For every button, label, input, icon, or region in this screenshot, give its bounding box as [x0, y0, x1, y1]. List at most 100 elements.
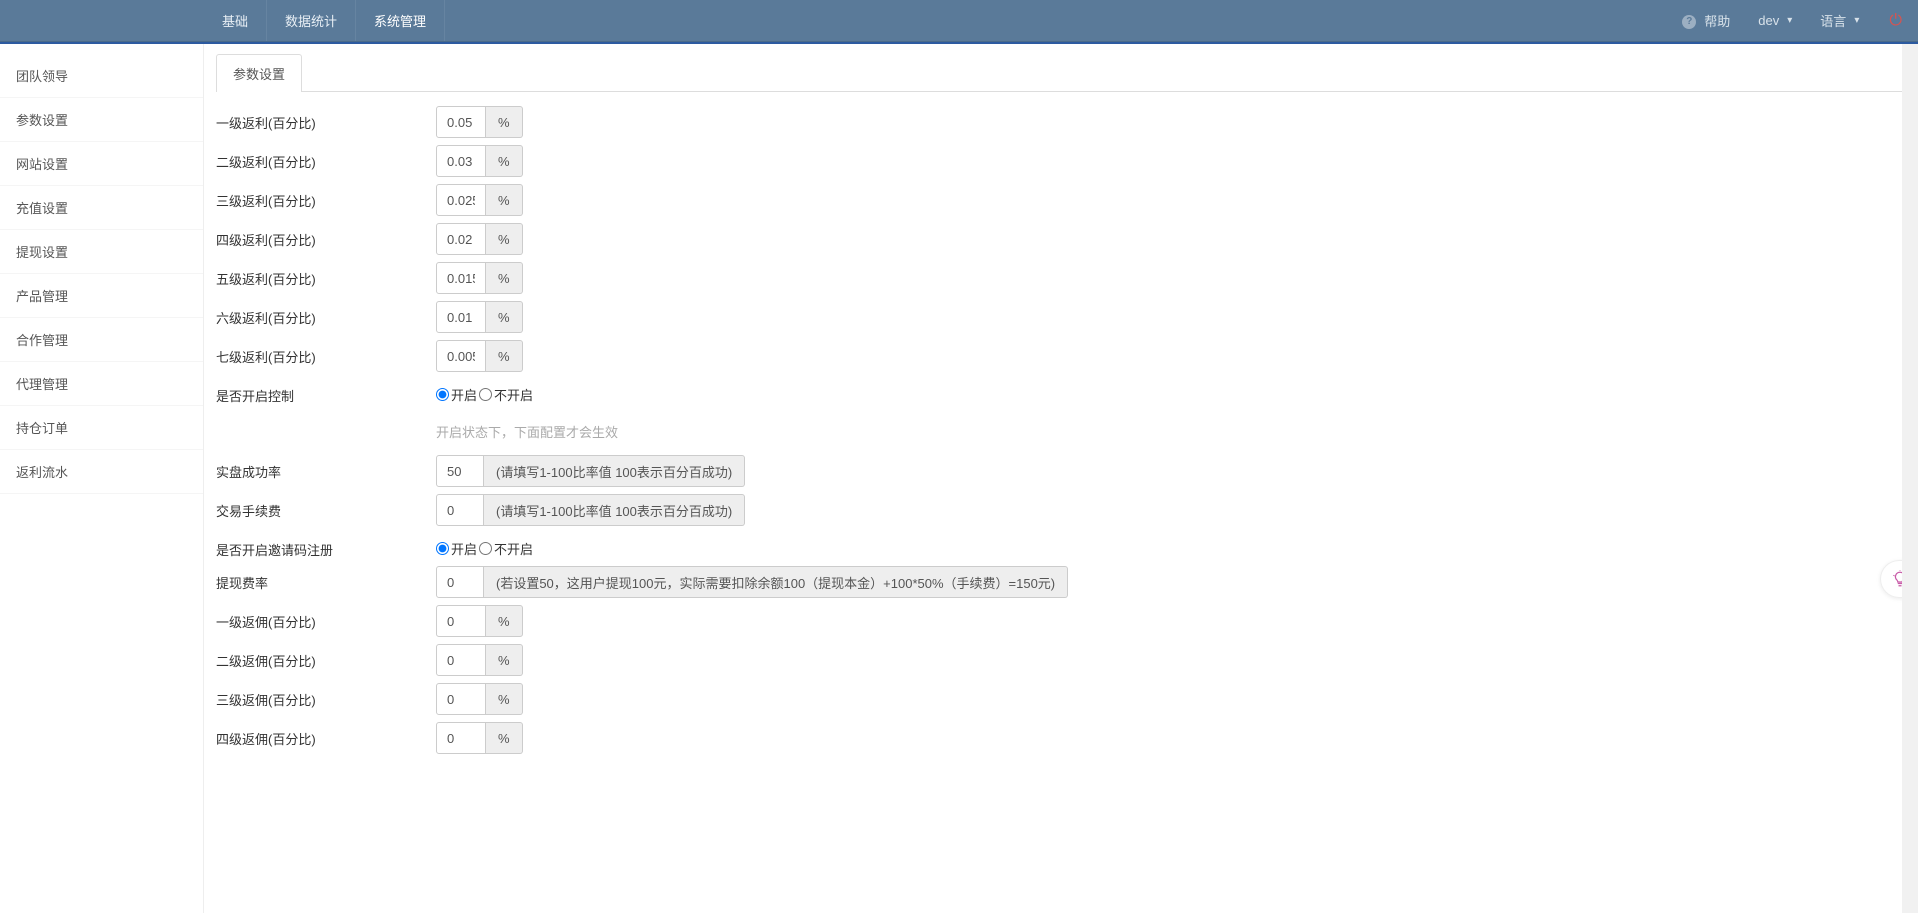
- input-rebate2[interactable]: [436, 145, 486, 177]
- sidebar-item-label: 充值设置: [16, 201, 68, 216]
- sidebar-item-label: 产品管理: [16, 289, 68, 304]
- label-rebate7: 七级返利(百分比): [216, 340, 436, 366]
- sidebar-item-position[interactable]: 持仓订单: [0, 406, 203, 450]
- sidebar-item-label: 返利流水: [16, 465, 68, 480]
- unit-commission3: %: [486, 683, 523, 715]
- unit-commission4: %: [486, 722, 523, 754]
- label-control: 是否开启控制: [216, 379, 436, 405]
- input-rebate5[interactable]: [436, 262, 486, 294]
- tab-params[interactable]: 参数设置: [216, 54, 302, 92]
- label-commission3: 三级返佣(百分比): [216, 683, 436, 709]
- main-content: 参数设置 一级返利(百分比) % 二级返利(百分比) %: [204, 44, 1918, 913]
- sidebar-item-label: 提现设置: [16, 245, 68, 260]
- row-control: 是否开启控制 开启 不开启 开启状态下，下面配置才会生效: [216, 379, 1918, 445]
- language-menu[interactable]: 语言: [1806, 0, 1873, 41]
- label-rebate1: 一级返利(百分比): [216, 106, 436, 132]
- radio-label-invite-off: 不开启: [494, 539, 533, 558]
- radio-control-off[interactable]: 不开启: [479, 385, 533, 404]
- input-rebate4[interactable]: [436, 223, 486, 255]
- radio-label-on: 开启: [451, 385, 477, 404]
- sidebar-item-site[interactable]: 网站设置: [0, 142, 203, 186]
- sidebar-item-withdraw[interactable]: 提现设置: [0, 230, 203, 274]
- sidebar-item-partner[interactable]: 合作管理: [0, 318, 203, 362]
- label-commission2: 二级返佣(百分比): [216, 644, 436, 670]
- nav-basic[interactable]: 基础: [204, 0, 267, 41]
- user-menu[interactable]: dev: [1744, 0, 1806, 41]
- sidebar-item-label: 团队领导: [16, 69, 68, 84]
- logout-button[interactable]: ⏻: [1873, 0, 1918, 41]
- sidebar-item-label: 参数设置: [16, 113, 68, 128]
- hint-success-rate: (请填写1-100比率值 100表示百分百成功): [484, 455, 745, 487]
- hint-trade-fee: (请填写1-100比率值 100表示百分百成功): [484, 494, 745, 526]
- unit-rebate7: %: [486, 340, 523, 372]
- scrollbar[interactable]: [1902, 44, 1918, 913]
- radio-input-control-on[interactable]: [436, 388, 449, 401]
- row-rebate7: 七级返利(百分比) %: [216, 340, 1918, 372]
- row-commission4: 四级返佣(百分比) %: [216, 722, 1918, 754]
- radio-input-control-off[interactable]: [479, 388, 492, 401]
- topbar: 基础 数据统计 系统管理 帮助 dev 语言 ⏻: [0, 0, 1918, 42]
- label-withdraw-rate: 提现费率: [216, 566, 436, 592]
- sidebar-item-team-leader[interactable]: 团队领导: [0, 54, 203, 98]
- help-label: 帮助: [1704, 11, 1730, 30]
- row-rebate6: 六级返利(百分比) %: [216, 301, 1918, 333]
- input-rebate6[interactable]: [436, 301, 486, 333]
- sidebar-item-rebate-flow[interactable]: 返利流水: [0, 450, 203, 494]
- unit-rebate1: %: [486, 106, 523, 138]
- input-commission3[interactable]: [436, 683, 486, 715]
- power-icon: ⏻: [1889, 12, 1902, 30]
- label-rebate4: 四级返利(百分比): [216, 223, 436, 249]
- row-rebate2: 二级返利(百分比) %: [216, 145, 1918, 177]
- topbar-right: 帮助 dev 语言 ⏻: [1668, 0, 1918, 41]
- row-commission2: 二级返佣(百分比) %: [216, 644, 1918, 676]
- input-commission1[interactable]: [436, 605, 486, 637]
- unit-rebate2: %: [486, 145, 523, 177]
- label-rebate2: 二级返利(百分比): [216, 145, 436, 171]
- radio-invite-off[interactable]: 不开启: [479, 539, 533, 558]
- label-rebate5: 五级返利(百分比): [216, 262, 436, 288]
- label-commission1: 一级返佣(百分比): [216, 605, 436, 631]
- sidebar-item-label: 网站设置: [16, 157, 68, 172]
- row-trade-fee: 交易手续费 (请填写1-100比率值 100表示百分百成功): [216, 494, 1918, 526]
- row-rebate3: 三级返利(百分比) %: [216, 184, 1918, 216]
- language-label: 语言: [1820, 11, 1846, 30]
- row-commission3: 三级返佣(百分比) %: [216, 683, 1918, 715]
- unit-rebate4: %: [486, 223, 523, 255]
- nav-system[interactable]: 系统管理: [356, 0, 445, 41]
- label-rebate3: 三级返利(百分比): [216, 184, 436, 210]
- row-rebate4: 四级返利(百分比) %: [216, 223, 1918, 255]
- sidebar-item-recharge[interactable]: 充值设置: [0, 186, 203, 230]
- input-withdraw-rate[interactable]: [436, 566, 484, 598]
- input-rebate3[interactable]: [436, 184, 486, 216]
- input-trade-fee[interactable]: [436, 494, 484, 526]
- input-rebate1[interactable]: [436, 106, 486, 138]
- sidebar-item-product[interactable]: 产品管理: [0, 274, 203, 318]
- sidebar-item-label: 持仓订单: [16, 421, 68, 436]
- topbar-nav: 基础 数据统计 系统管理: [204, 0, 445, 41]
- unit-rebate5: %: [486, 262, 523, 294]
- radio-input-invite-off[interactable]: [479, 542, 492, 555]
- radio-label-invite-on: 开启: [451, 539, 477, 558]
- radio-control-on[interactable]: 开启: [436, 385, 477, 404]
- sidebar: 团队领导 参数设置 网站设置 充值设置 提现设置 产品管理 合作管理 代理管理 …: [0, 44, 204, 913]
- helper-control: 开启状态下，下面配置才会生效: [436, 422, 1918, 441]
- row-rebate5: 五级返利(百分比) %: [216, 262, 1918, 294]
- help-link[interactable]: 帮助: [1668, 0, 1744, 41]
- input-commission4[interactable]: [436, 722, 486, 754]
- unit-rebate3: %: [486, 184, 523, 216]
- tab-bar: 参数设置: [216, 54, 1918, 92]
- row-withdraw-rate: 提现费率 (若设置50，这用户提现100元，实际需要扣除余额100（提现本金）+…: [216, 566, 1918, 598]
- label-rebate6: 六级返利(百分比): [216, 301, 436, 327]
- nav-statistics[interactable]: 数据统计: [267, 0, 356, 41]
- input-success-rate[interactable]: [436, 455, 484, 487]
- label-commission4: 四级返佣(百分比): [216, 722, 436, 748]
- sidebar-item-label: 代理管理: [16, 377, 68, 392]
- input-rebate7[interactable]: [436, 340, 486, 372]
- radio-invite-on[interactable]: 开启: [436, 539, 477, 558]
- sidebar-item-params[interactable]: 参数设置: [0, 98, 203, 142]
- unit-commission1: %: [486, 605, 523, 637]
- sidebar-item-agent[interactable]: 代理管理: [0, 362, 203, 406]
- radio-input-invite-on[interactable]: [436, 542, 449, 555]
- user-label: dev: [1758, 13, 1779, 28]
- input-commission2[interactable]: [436, 644, 486, 676]
